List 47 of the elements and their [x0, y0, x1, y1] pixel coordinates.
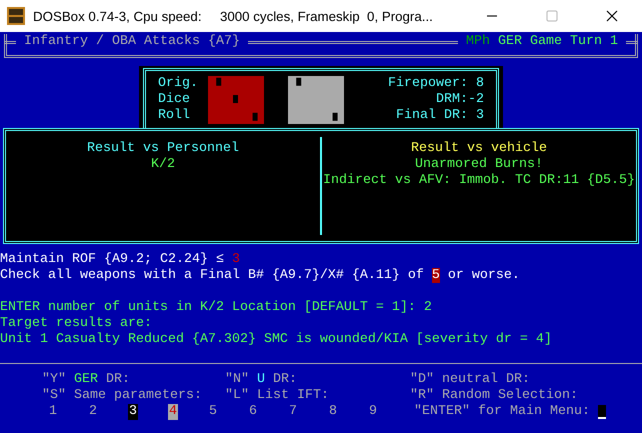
dice-label: Roll [158, 108, 191, 124]
result-text: Unarmored Burns! [415, 157, 543, 173]
number-option[interactable]: 7 [288, 404, 298, 420]
phase-label: MPh [465, 34, 490, 50]
key-label: "D" [410, 372, 434, 388]
option-label: DR: [273, 372, 297, 388]
dice-stat: DRM:-2 [436, 92, 484, 108]
key-label: "N" [225, 372, 249, 388]
number-option[interactable]: 3 [128, 404, 138, 420]
option-label: neutral DR: [442, 372, 530, 388]
key-label: "L" [225, 388, 249, 404]
result-text: Indirect vs AFV: Immob. TC DR:11 {D5.5} [323, 173, 635, 189]
dice-label: Dice [158, 92, 191, 108]
dice-stat: Firepower: 8 [388, 76, 484, 92]
text-cursor [598, 405, 606, 419]
option-label: Same parameters: [74, 388, 202, 404]
prompt-text: Target results are: [0, 316, 153, 332]
game-turn: GER Game Turn 1 [497, 34, 619, 50]
number-option[interactable]: 8 [328, 404, 338, 420]
number-option[interactable]: 9 [368, 404, 378, 420]
maximize-icon [546, 10, 558, 22]
key-label: "S" [42, 388, 66, 404]
screen-title: Infantry / OBA Attacks {A7} [23, 34, 241, 50]
number-option[interactable]: 1 [48, 404, 58, 420]
close-icon [606, 10, 618, 22]
number-option[interactable]: 2 [88, 404, 98, 420]
window-title: DOSBox 0.74-3, Cpu speed: 3000 cycles, Frameskip 0, Progra... [33, 8, 434, 24]
prompt-text: ENTER number of units in K/2 Location [DEFAULT = 1]: 2 [0, 300, 433, 316]
option-label: Random Selection: [442, 388, 578, 404]
rof-note: Maintain ROF {A9.2; C2.24} ≤ 3 [0, 252, 241, 268]
number-option[interactable]: 6 [248, 404, 258, 420]
result-text: K/2 [151, 157, 175, 173]
key-label: "R" [410, 388, 434, 404]
main-menu-prompt: "ENTER" for Main Menu: [414, 404, 590, 420]
dice-stat: Final DR: 3 [396, 108, 484, 124]
side-label: U [257, 372, 265, 388]
option-label: List IFT: [257, 388, 329, 404]
app-icon [7, 7, 25, 25]
rof-note: Check all weapons with a Final B# {A9.7}/X# {A.11} of 5 or worse. [0, 268, 521, 284]
result-heading: Result vs vehicle [411, 141, 547, 157]
prompt-text: Unit 1 Casualty Reduced {A7.302} SMC is wounded/KIA [severity dr = 4] [0, 332, 553, 348]
side-label: GER [74, 372, 98, 388]
number-option[interactable]: 5 [208, 404, 218, 420]
option-label: DR: [106, 372, 130, 388]
result-heading: Result vs Personnel [87, 141, 239, 157]
dice-label: Orig. [158, 76, 198, 92]
key-label: "Y" [42, 372, 66, 388]
